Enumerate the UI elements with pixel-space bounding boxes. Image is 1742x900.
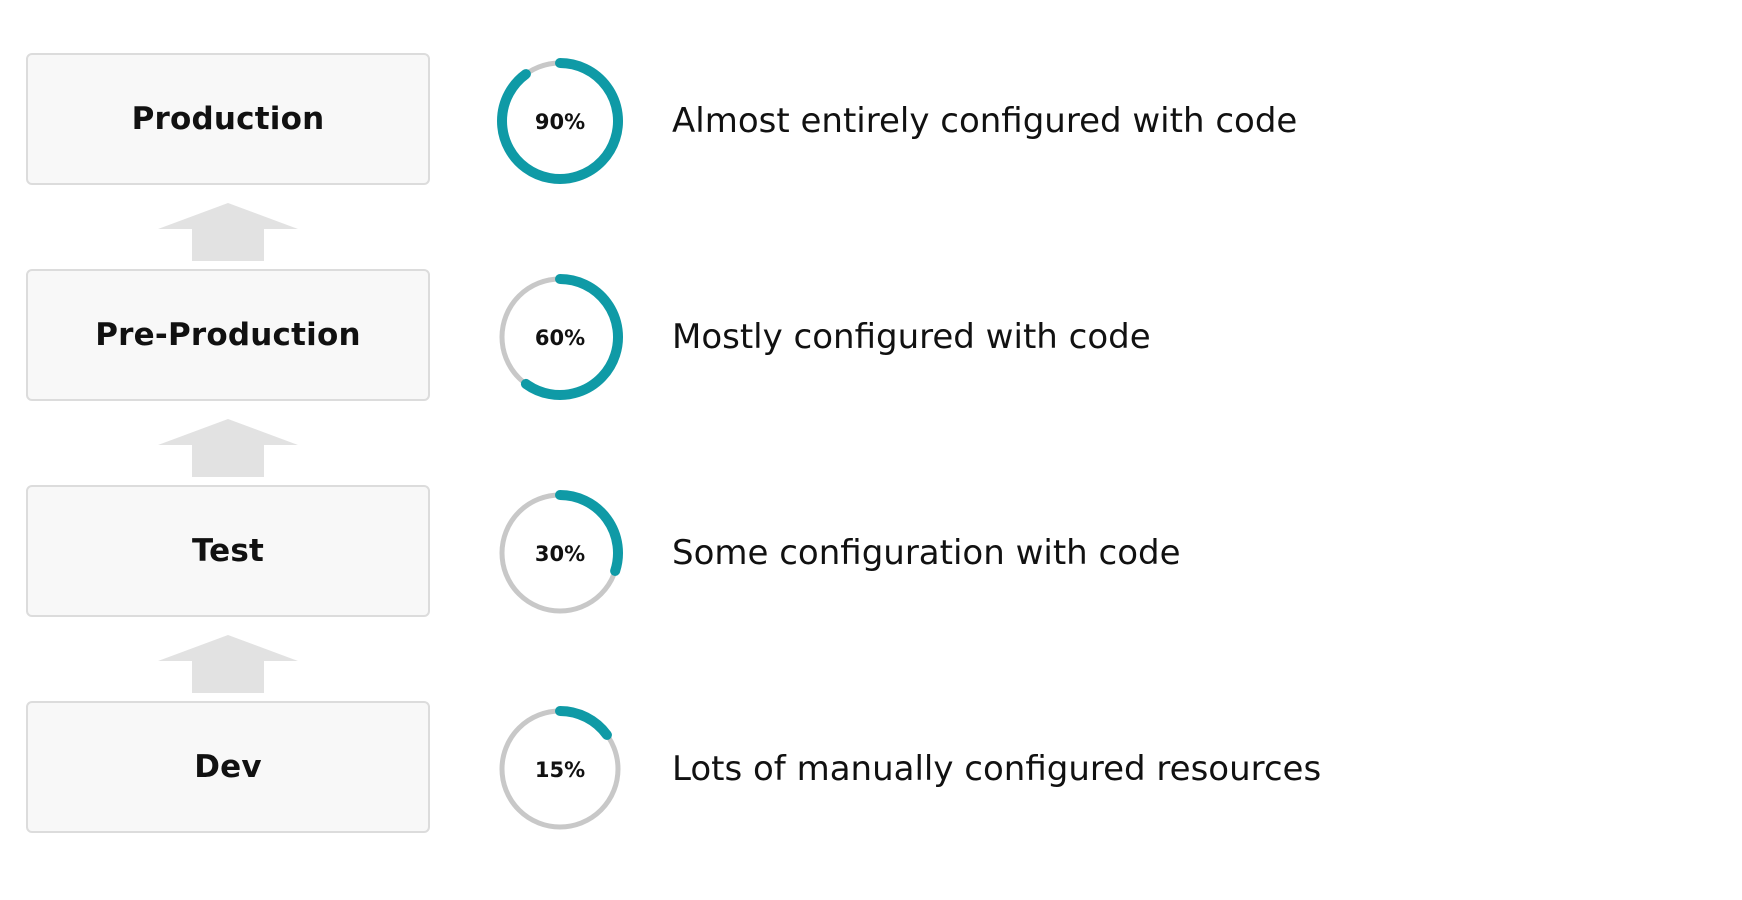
stage-label: Production [131, 101, 325, 137]
stage-description: Mostly configured with code [672, 317, 1151, 357]
up-arrow-icon [158, 203, 298, 261]
progress-percent-label: 15% [535, 758, 585, 782]
stage-row-test: Test 30% Some configuration with code [0, 485, 1742, 621]
progress-ring-test: 30% [499, 490, 623, 614]
stage-label: Pre-Production [95, 317, 361, 353]
progress-ring-dev: 15% [499, 706, 621, 830]
stage-label: Test [191, 533, 265, 569]
up-arrow-icon [158, 419, 298, 477]
up-arrow-icon [158, 635, 298, 693]
stage-box-dev: Dev [26, 701, 430, 833]
stage-box-test: Test [26, 485, 430, 617]
progress-ring-production: 90% [497, 58, 623, 184]
progress-percent-label: 30% [535, 542, 585, 566]
stage-box-production: Production [26, 53, 430, 185]
stage-box-pre-production: Pre-Production [26, 269, 430, 401]
stage-row-dev: Dev 15% Lots of manually configured reso… [0, 701, 1742, 837]
stage-description: Some configuration with code [672, 533, 1181, 573]
stage-description: Lots of manually configured resources [672, 749, 1322, 789]
stage-row-pre-production: Pre-Production 60% Mostly configured wit… [0, 269, 1742, 405]
progress-percent-label: 60% [535, 326, 585, 350]
progress-percent-label: 90% [535, 110, 585, 134]
stage-label: Dev [194, 749, 262, 785]
stage-row-production: Production 90% Almost entirely configure… [0, 53, 1742, 189]
progress-ring-pre-production: 60% [499, 274, 623, 400]
stage-description: Almost entirely configured with code [672, 101, 1298, 141]
